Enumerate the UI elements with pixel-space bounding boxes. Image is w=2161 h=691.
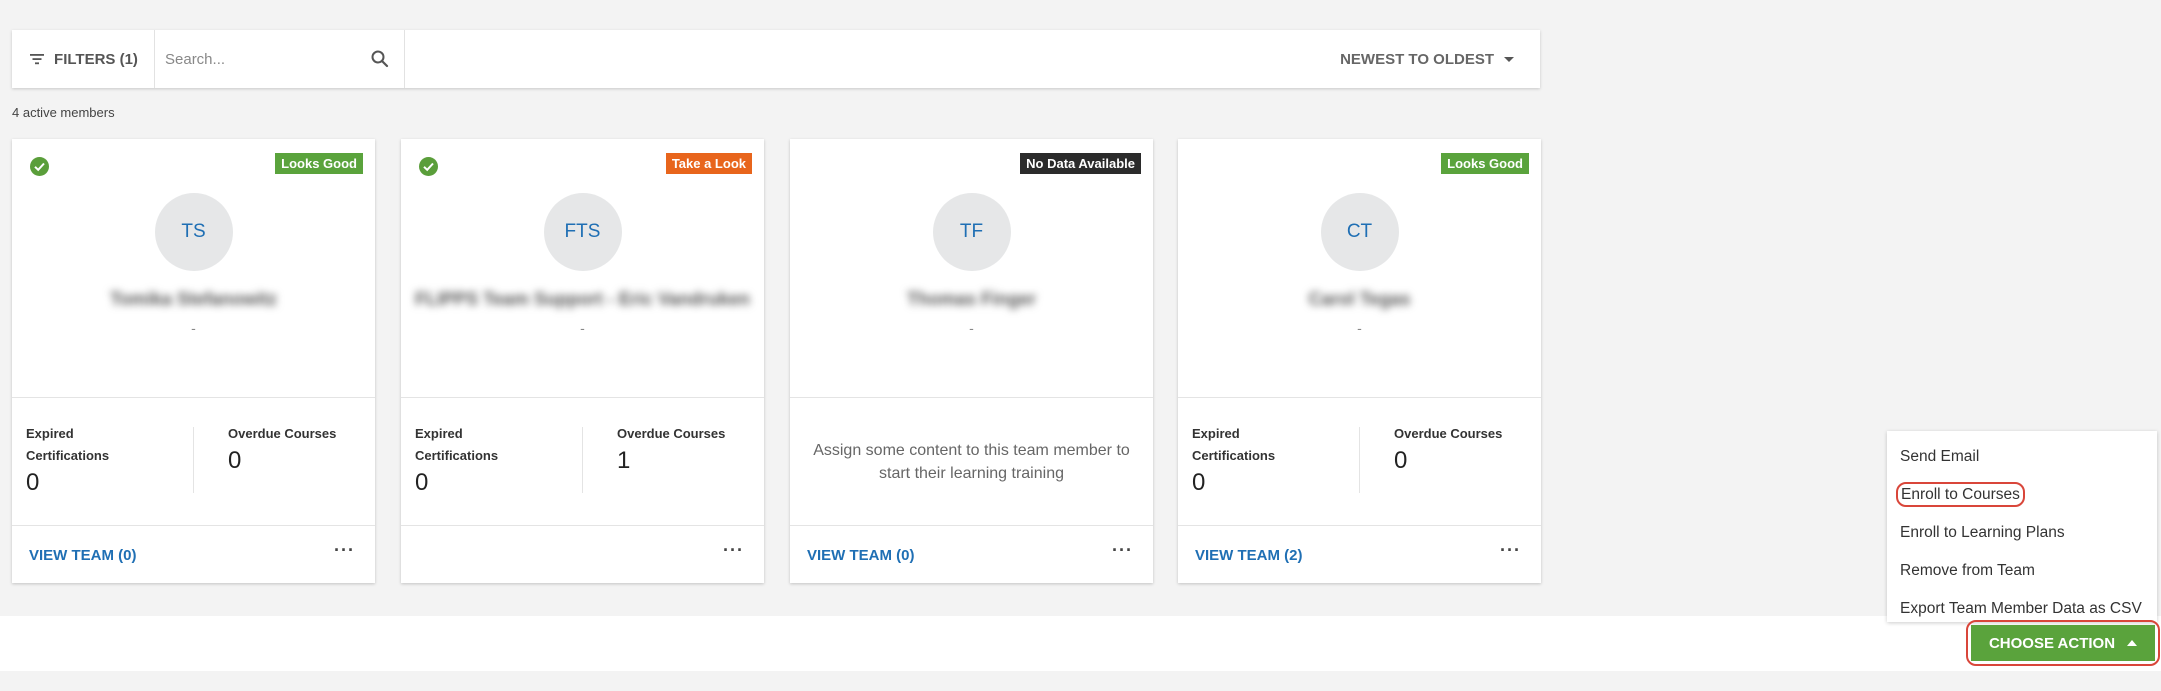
check-circle-icon: [30, 157, 49, 176]
filter-icon: [30, 54, 45, 65]
status-badge: Looks Good: [1441, 153, 1529, 174]
divider: [790, 525, 1153, 526]
stat-separator: [582, 427, 583, 493]
divider: [790, 397, 1153, 398]
stat-label: Overdue Courses: [228, 426, 337, 441]
status-badge: Looks Good: [275, 153, 363, 174]
assign-content-message: Assign some content to this team member …: [813, 442, 1130, 482]
stat-value: 1: [617, 447, 631, 474]
member-name: FLIPPS Team Support - Eric Vandruken: [415, 289, 750, 309]
more-options-icon[interactable]: ···: [723, 540, 744, 561]
view-team-link[interactable]: VIEW TEAM (2): [1195, 547, 1303, 564]
menu-item-label: Enroll to Courses: [1896, 482, 2025, 507]
expired-certifications-stat: Expired Certifications 0: [12, 397, 173, 525]
stat-separator: [1359, 427, 1360, 493]
divider: [401, 525, 764, 526]
view-team-link[interactable]: VIEW TEAM (0): [29, 547, 137, 564]
stat-value: 0: [228, 447, 242, 474]
filter-toolbar: FILTERS (1) NEWEST TO OLDEST: [12, 30, 1540, 88]
member-subtitle: -: [969, 320, 974, 336]
view-team-link[interactable]: VIEW TEAM (0): [807, 547, 915, 564]
caret-up-icon: [2127, 640, 2138, 646]
caret-down-icon: [1504, 56, 1514, 62]
avatar: CT: [1320, 193, 1399, 271]
stat-value: 0: [1394, 447, 1408, 474]
stat-value: 0: [26, 469, 40, 496]
stat-label: Overdue Courses: [1394, 426, 1503, 441]
filters-button[interactable]: FILTERS (1): [12, 30, 155, 88]
stat-label: Expired Certifications: [1192, 426, 1276, 463]
divider: [12, 525, 375, 526]
avatar: TS: [154, 193, 233, 271]
stat-label: Overdue Courses: [617, 426, 726, 441]
status-badge: Take a Look: [665, 153, 752, 174]
menu-item-label: Remove from Team: [1900, 562, 2035, 579]
member-card: Take a Look FTS FLIPPS Team Support - Er…: [401, 139, 764, 583]
check-circle-icon: [419, 157, 438, 176]
member-card: No Data Available TF Thomas Finger - Ass…: [790, 139, 1153, 583]
divider: [1178, 525, 1541, 526]
sort-label: NEWEST TO OLDEST: [1340, 50, 1494, 68]
choose-action-button[interactable]: CHOOSE ACTION: [1971, 625, 2155, 661]
member-stats: Expired Certifications 0 Overdue Courses…: [1178, 397, 1541, 525]
stat-value: 0: [1192, 469, 1206, 496]
member-stats: Expired Certifications 0 Overdue Courses…: [12, 397, 375, 525]
more-options-icon[interactable]: ···: [334, 540, 355, 561]
filters-label: FILTERS (1): [54, 50, 138, 68]
avatar: TF: [932, 193, 1011, 271]
menu-item-label: Export Team Member Data as CSV: [1900, 600, 2142, 617]
search-input[interactable]: [165, 50, 370, 68]
more-options-icon[interactable]: ···: [1500, 540, 1521, 561]
sort-dropdown[interactable]: NEWEST TO OLDEST: [1340, 51, 1514, 68]
member-count: 4 active members: [12, 105, 115, 120]
choose-action-menu: Send Email Enroll to Courses Enroll to L…: [1887, 431, 2157, 622]
more-options-icon[interactable]: ···: [1112, 540, 1133, 561]
search-box: [155, 30, 405, 88]
member-subtitle: -: [1357, 320, 1362, 336]
stat-separator: [193, 427, 194, 493]
menu-item-send-email[interactable]: Send Email: [1887, 438, 2157, 476]
status-badge: No Data Available: [1020, 153, 1141, 174]
search-icon[interactable]: [370, 49, 390, 69]
expired-certifications-stat: Expired Certifications 0: [1178, 397, 1339, 525]
stat-value: 0: [415, 469, 429, 496]
avatar: FTS: [543, 193, 622, 271]
member-card: Looks Good CT Carol Tegas - Expired Cert…: [1178, 139, 1541, 583]
member-stats: Expired Certifications 0 Overdue Courses…: [401, 397, 764, 525]
menu-item-enroll-to-courses[interactable]: Enroll to Courses: [1887, 476, 2157, 514]
menu-item-export-csv[interactable]: Export Team Member Data as CSV: [1887, 590, 2157, 628]
stat-label: Expired Certifications: [26, 426, 110, 463]
member-subtitle: -: [191, 320, 196, 336]
menu-item-label: Enroll to Learning Plans: [1900, 524, 2065, 541]
overdue-courses-stat: Overdue Courses 0: [1339, 397, 1541, 525]
member-subtitle: -: [580, 320, 585, 336]
member-name: Thomas Finger: [906, 289, 1036, 309]
choose-action-label: CHOOSE ACTION: [1988, 634, 2116, 652]
overdue-courses-stat: Overdue Courses 0: [173, 397, 375, 525]
overdue-courses-stat: Overdue Courses 1: [562, 397, 764, 525]
member-name: Carol Tegas: [1308, 289, 1411, 309]
menu-item-remove-from-team[interactable]: Remove from Team: [1887, 552, 2157, 590]
member-name: Tomika Stefanowitz: [110, 289, 277, 309]
menu-item-label: Send Email: [1900, 448, 1980, 465]
member-card: Looks Good TS Tomika Stefanowitz - Expir…: [12, 139, 375, 583]
bottom-action-bar: [0, 616, 2161, 671]
expired-certifications-stat: Expired Certifications 0: [401, 397, 562, 525]
menu-item-enroll-to-learning-plans[interactable]: Enroll to Learning Plans: [1887, 514, 2157, 552]
stat-label: Expired Certifications: [415, 426, 499, 463]
